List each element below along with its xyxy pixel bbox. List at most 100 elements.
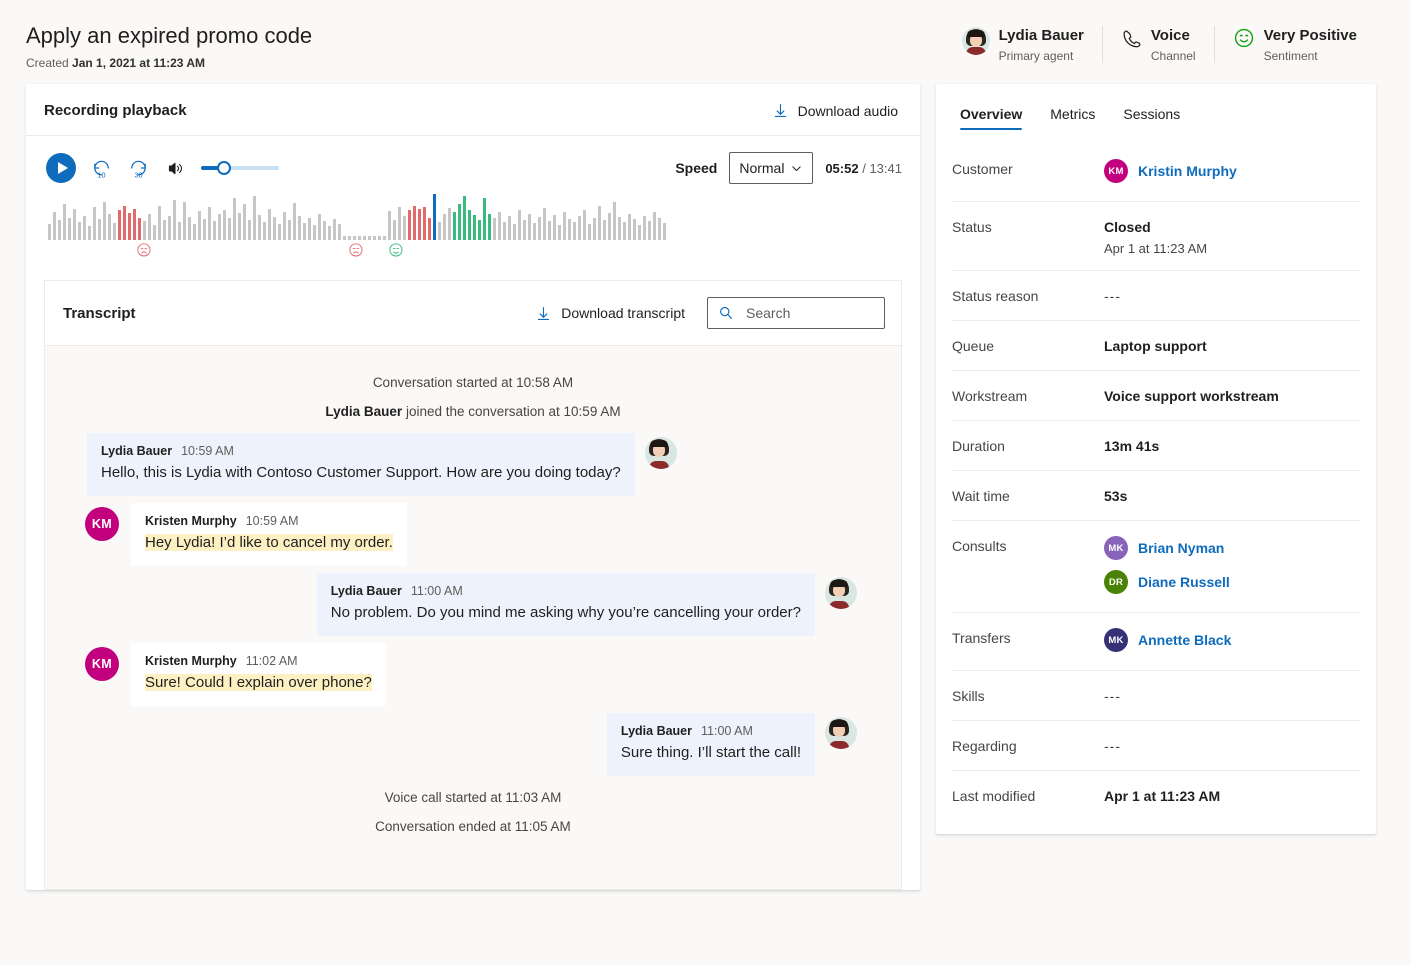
waveform-bar — [163, 220, 166, 240]
waveform-bar — [353, 236, 356, 240]
waveform-bar — [213, 221, 216, 240]
transcript-system-event: Voice call started at 11:03 AM — [63, 783, 883, 812]
message-header: Lydia Bauer11:00 AM — [331, 584, 801, 598]
detail-value: Laptop support — [1104, 336, 1207, 356]
created-value: Jan 1, 2021 at 11:23 AM — [72, 56, 205, 70]
tab-metrics[interactable]: Metrics — [1040, 98, 1105, 134]
person-link[interactable]: MK Annette Black — [1104, 628, 1231, 652]
tab-overview[interactable]: Overview — [950, 98, 1032, 134]
details-card: OverviewMetricsSessions CustomerKMKristi… — [936, 84, 1376, 834]
person-list: KM Kristin Murphy — [1104, 159, 1237, 187]
download-icon — [772, 102, 789, 119]
message-header: Kristen Murphy10:59 AM — [145, 514, 393, 528]
waveform-bar — [73, 209, 76, 240]
detail-label: Regarding — [952, 736, 1104, 756]
person-name[interactable]: Brian Nyman — [1138, 540, 1224, 556]
waveform-bar — [193, 224, 196, 240]
volume-thumb[interactable] — [217, 161, 231, 175]
waveform-bar — [108, 214, 111, 240]
waveform-bar — [273, 217, 276, 240]
waveform-bar — [218, 214, 221, 240]
detail-label: Wait time — [952, 486, 1104, 506]
time-separator: / — [862, 161, 866, 176]
meta-primary-agent: Lydia Bauer Primary agent — [944, 26, 1102, 63]
avatar: MK — [1104, 628, 1128, 652]
detail-value: --- — [1104, 736, 1121, 756]
detail-label: Workstream — [952, 386, 1104, 406]
waveform-bar — [648, 221, 651, 240]
forward-30-button[interactable]: 30 — [127, 157, 150, 180]
waveform-bar — [398, 207, 401, 240]
waveform-bar — [663, 223, 666, 240]
waveform-bar — [208, 207, 211, 240]
person-name[interactable]: Diane Russell — [1138, 574, 1230, 590]
person-name[interactable]: Kristin Murphy — [1138, 163, 1237, 179]
speed-label: Speed — [675, 160, 717, 176]
waveform-bar — [518, 210, 521, 240]
details-list: CustomerKMKristin MurphyStatusClosedApr … — [936, 134, 1376, 834]
agent-avatar — [825, 577, 857, 609]
download-transcript-button[interactable]: Download transcript — [535, 305, 685, 322]
detail-value: --- — [1104, 286, 1121, 306]
waveform-bar — [133, 209, 136, 240]
avatar: MK — [1104, 536, 1128, 560]
waveform-bar — [48, 224, 51, 240]
waveform-bar — [383, 236, 386, 240]
waveform-wrap — [26, 192, 920, 270]
rewind-10-button[interactable]: 10 — [90, 157, 113, 180]
download-audio-button[interactable]: Download audio — [772, 102, 898, 119]
message-text: Hello, this is Lydia with Contoso Custom… — [101, 463, 621, 483]
waveform-bar — [358, 236, 361, 240]
waveform-bar — [293, 203, 296, 240]
person-link[interactable]: MK Brian Nyman — [1104, 536, 1230, 560]
message-bubble: Lydia Bauer11:00 AMSure thing. I’ll star… — [607, 713, 815, 776]
join-text: joined the conversation at 10:59 AM — [402, 404, 620, 419]
detail-row: Status reason--- — [952, 271, 1360, 321]
sentiment-value: Very Positive — [1264, 26, 1357, 45]
search-input[interactable] — [744, 304, 874, 322]
waveform-bar — [443, 214, 446, 240]
volume-icon[interactable] — [166, 159, 185, 178]
detail-label: Skills — [952, 686, 1104, 706]
waveform-bar — [468, 210, 471, 240]
message-bubble: Kristen Murphy10:59 AM Hey Lydia! I’d lik… — [131, 503, 407, 566]
waveform-bar — [328, 226, 331, 240]
waveform-bar — [568, 219, 571, 240]
detail-label: Status reason — [952, 286, 1104, 306]
frown-icon[interactable] — [348, 242, 364, 258]
person-link[interactable]: DRDiane Russell — [1104, 570, 1230, 594]
waveform-bar — [543, 208, 546, 240]
waveform-bar — [188, 217, 191, 240]
tab-sessions[interactable]: Sessions — [1113, 98, 1190, 134]
smile-icon[interactable] — [388, 242, 404, 258]
sentiment-label: Sentiment — [1264, 49, 1357, 63]
person-name[interactable]: Annette Black — [1138, 632, 1231, 648]
waveform-bar — [323, 221, 326, 240]
frown-icon[interactable] — [136, 242, 152, 258]
waveform-bar — [143, 221, 146, 240]
waveform-bar — [438, 222, 441, 240]
avatar: KM — [1104, 159, 1128, 183]
waveform-bar — [88, 226, 91, 240]
detail-row: StatusClosedApr 1 at 11:23 AM — [952, 202, 1360, 271]
waveform-bar — [413, 206, 416, 240]
waveform-bar — [378, 236, 381, 240]
waveform-bar — [198, 211, 201, 240]
waveform-bar — [493, 218, 496, 240]
waveform-bar — [618, 217, 621, 240]
waveform-bar — [138, 218, 141, 240]
detail-value-block: ClosedApr 1 at 11:23 AM — [1104, 217, 1207, 256]
waveform-bar — [573, 222, 576, 240]
play-button[interactable] — [46, 153, 76, 183]
agent-avatar — [645, 437, 677, 469]
speed-select[interactable]: Normal — [729, 152, 813, 184]
waveform-bar — [623, 222, 626, 240]
channel-value: Voice — [1151, 26, 1196, 45]
meta-channel: Voice Channel — [1102, 26, 1214, 63]
transcript-search-box[interactable] — [707, 297, 885, 329]
person-link[interactable]: KM Kristin Murphy — [1104, 159, 1237, 183]
waveform-bar — [368, 236, 371, 240]
waveform[interactable] — [48, 192, 904, 240]
volume-slider[interactable] — [201, 160, 279, 176]
search-highlight: Hey Lydia! I’d like to cancel my order. — [145, 534, 393, 551]
